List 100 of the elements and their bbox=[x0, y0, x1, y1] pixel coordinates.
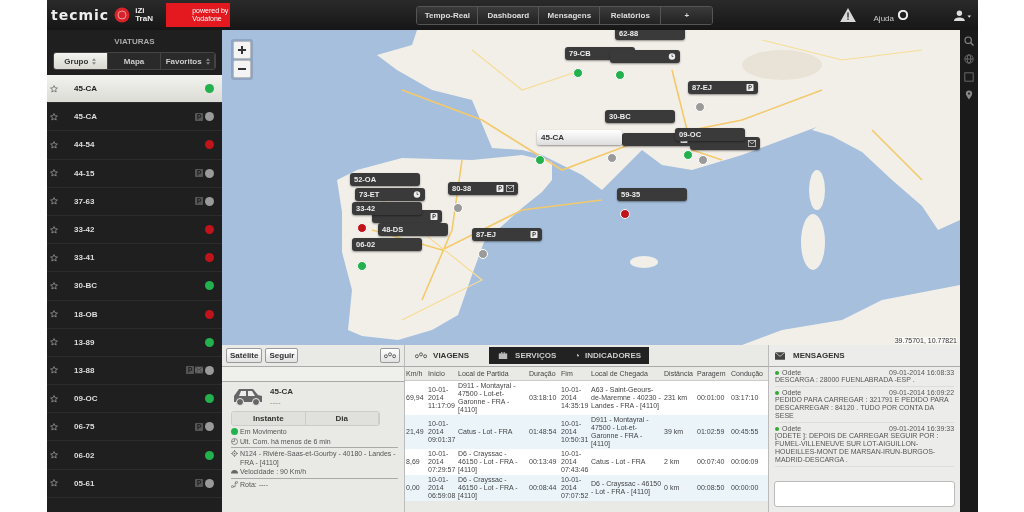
vehicle-plate: 06-75 bbox=[74, 422, 95, 432]
sidebar-tab[interactable]: Grupo bbox=[54, 53, 108, 69]
vehicle-row[interactable]: 45-CA bbox=[47, 75, 222, 104]
vehicle-row[interactable]: 37-63 bbox=[47, 187, 222, 216]
map-pin[interactable] bbox=[698, 155, 708, 165]
vehicle-plate: 45-CA bbox=[74, 84, 98, 94]
vehicle-plate: 13-89 bbox=[74, 337, 95, 347]
star-icon[interactable] bbox=[50, 225, 58, 234]
route-icon bbox=[415, 352, 428, 359]
nav-tab[interactable]: Mensagens bbox=[539, 6, 601, 24]
speedometer-icon bbox=[231, 468, 238, 475]
envelope-icon bbox=[748, 140, 756, 147]
star-icon[interactable] bbox=[50, 253, 58, 262]
star-icon[interactable] bbox=[50, 310, 58, 319]
envelope-icon bbox=[506, 185, 514, 192]
zoom-in-button[interactable] bbox=[233, 41, 251, 59]
panel-tab[interactable]: VIAGENS bbox=[407, 347, 490, 364]
sidebar-tab[interactable]: Mapa bbox=[107, 53, 162, 69]
vehicle-plate: 45-CA bbox=[74, 112, 98, 122]
vehicle-plate: 30-BC bbox=[74, 281, 98, 291]
clock-icon bbox=[231, 437, 238, 445]
vehicle-plate: 37-63 bbox=[74, 196, 95, 206]
vehicle-plate: 44-54 bbox=[74, 140, 95, 150]
vehicle-row[interactable]: 44-15 bbox=[47, 159, 222, 188]
map-pin[interactable] bbox=[357, 261, 367, 271]
warning-icon[interactable] bbox=[839, 8, 856, 22]
map-pin[interactable] bbox=[573, 68, 583, 78]
parking-icon bbox=[496, 185, 504, 192]
lifebuoy-icon[interactable] bbox=[898, 10, 908, 20]
map-option-button[interactable]: Satélite bbox=[226, 348, 263, 363]
sidebar-title: VIATURAS bbox=[113, 36, 156, 48]
target-icon bbox=[231, 450, 238, 457]
star-icon[interactable] bbox=[50, 169, 58, 178]
star-icon[interactable] bbox=[50, 479, 58, 488]
map-pin[interactable] bbox=[357, 223, 367, 233]
map-pin[interactable] bbox=[620, 209, 630, 219]
route-button[interactable] bbox=[380, 348, 401, 363]
nav-tab[interactable]: Relatórios bbox=[600, 6, 662, 24]
vehicle-plate: 33-42 bbox=[74, 225, 95, 235]
square-icon[interactable] bbox=[964, 72, 974, 82]
vehicle-plate: 33-41 bbox=[74, 253, 95, 263]
globe-icon[interactable] bbox=[964, 54, 974, 64]
nav-tab[interactable]: Dashboard bbox=[478, 6, 540, 24]
star-icon[interactable] bbox=[50, 338, 58, 347]
search-icon[interactable] bbox=[964, 36, 974, 46]
map-pin[interactable] bbox=[478, 249, 488, 259]
star-icon[interactable] bbox=[50, 394, 58, 403]
envelope-icon bbox=[775, 351, 786, 360]
online-dot bbox=[775, 426, 780, 431]
parking-icon bbox=[746, 84, 754, 91]
clock-icon bbox=[668, 53, 676, 60]
star-icon[interactable] bbox=[50, 451, 58, 460]
star-icon[interactable] bbox=[50, 422, 58, 431]
vehicle-plate: 06-02 bbox=[74, 450, 95, 460]
nav-tab[interactable]: + bbox=[661, 6, 713, 24]
map-pin[interactable] bbox=[615, 70, 625, 80]
map-pin[interactable] bbox=[607, 153, 617, 163]
sidebar-tab[interactable]: Favoritos bbox=[161, 53, 215, 69]
product-logo: iZi TraN bbox=[135, 7, 154, 23]
map-option-button[interactable]: Seguir bbox=[265, 348, 299, 363]
panel-tab[interactable]: INDICADORES bbox=[569, 347, 650, 364]
vehicle-plate: 44-15 bbox=[74, 168, 95, 178]
online-dot bbox=[775, 390, 780, 395]
vehicle-row[interactable]: 13-88 bbox=[47, 356, 222, 386]
plus-icon bbox=[237, 45, 247, 55]
clock-icon bbox=[413, 191, 421, 198]
vehicle-row[interactable]: 06-75 bbox=[47, 413, 222, 442]
panel-title: MENSAGENS bbox=[793, 351, 845, 360]
mode-tab[interactable]: Instante bbox=[232, 412, 306, 425]
zoom-out-button[interactable] bbox=[233, 60, 251, 78]
driver-name: ---- bbox=[270, 398, 282, 407]
route-icon bbox=[384, 352, 397, 359]
mode-tab[interactable]: Dia bbox=[305, 412, 380, 425]
vehicle-plate: 05-61 bbox=[74, 478, 95, 488]
help-link[interactable]: Ajuda bbox=[873, 13, 894, 23]
brand-logo: tecmic bbox=[51, 7, 110, 23]
map-pin[interactable] bbox=[453, 203, 463, 213]
star-icon[interactable] bbox=[50, 366, 58, 375]
map-pin[interactable] bbox=[683, 150, 693, 160]
star-icon[interactable] bbox=[50, 84, 58, 93]
car-icon bbox=[232, 387, 264, 407]
nav-tab[interactable]: Tempo-Real bbox=[417, 6, 479, 24]
map-pin[interactable] bbox=[695, 102, 705, 112]
star-icon[interactable] bbox=[50, 197, 58, 206]
online-dot bbox=[775, 370, 780, 375]
vehicle-tag[interactable] bbox=[610, 50, 680, 63]
vehicle-row[interactable]: 45-CA bbox=[47, 103, 222, 132]
vehicle-plate: 45-CA bbox=[541, 133, 565, 142]
vehicle-row[interactable]: 05-61 bbox=[47, 469, 222, 498]
vehicle-plate: 13-88 bbox=[74, 365, 95, 375]
map-pin[interactable] bbox=[535, 155, 545, 165]
user-menu-icon[interactable] bbox=[954, 9, 972, 21]
star-icon[interactable] bbox=[50, 281, 58, 290]
parking-icon bbox=[430, 213, 438, 220]
message-input-field[interactable] bbox=[774, 481, 956, 507]
star-icon[interactable] bbox=[50, 112, 58, 121]
panel-tab[interactable]: SERVIÇOS bbox=[489, 347, 570, 364]
vehicle-tag[interactable]: 45-CA bbox=[537, 130, 622, 145]
star-icon[interactable] bbox=[50, 140, 58, 149]
location-pin-icon[interactable] bbox=[964, 90, 974, 100]
